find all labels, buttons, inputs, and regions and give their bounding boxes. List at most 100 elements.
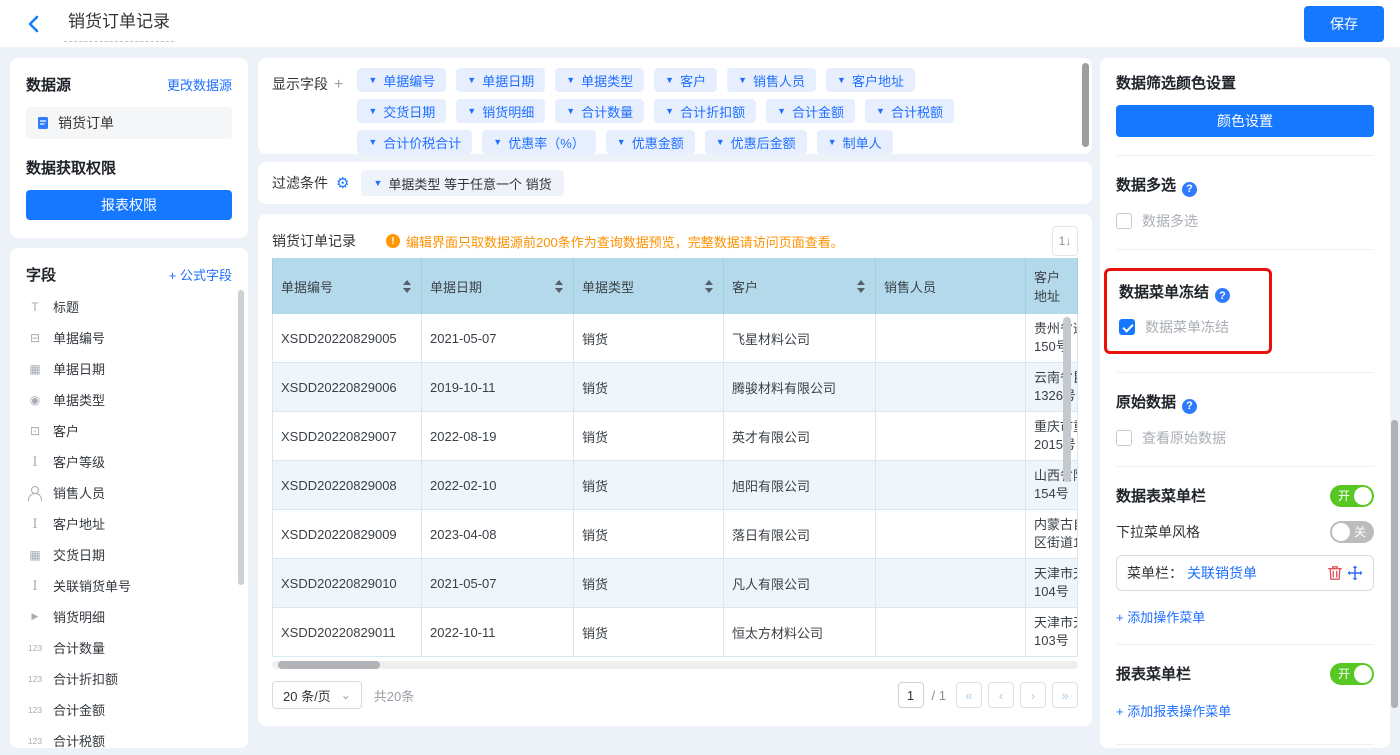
sort-arrows-icon[interactable]	[403, 280, 411, 293]
field-item[interactable]: ▦单据日期	[26, 353, 232, 384]
sort-arrows-icon[interactable]	[857, 280, 865, 293]
display-field-tag[interactable]: ▼单据日期	[456, 68, 545, 92]
table-row[interactable]: XSDD202208290062019-10-11销货腾骏材料有限公司云南省昆1…	[272, 363, 1078, 412]
table-row[interactable]: XSDD202208290082022-02-10销货旭阳有限公司山西省阳154…	[272, 461, 1078, 510]
table-row[interactable]: XSDD202208290072022-08-19销货英才有限公司重庆市重201…	[272, 412, 1078, 461]
field-item[interactable]: ▦交货日期	[26, 539, 232, 570]
page-scrollbar[interactable]	[1391, 420, 1398, 708]
field-item[interactable]: ◉单据类型	[26, 384, 232, 415]
multi-select-checkbox[interactable]	[1116, 213, 1132, 229]
field-item[interactable]: 123合计数量	[26, 632, 232, 663]
display-field-tag[interactable]: ▼合计税额	[865, 99, 954, 123]
prev-page-button[interactable]: ‹	[988, 682, 1014, 708]
display-field-tag[interactable]: ▼优惠后金额	[705, 130, 807, 154]
datasource-name: 销货订单	[58, 113, 114, 133]
table-row[interactable]: XSDD202208290102021-05-07销货凡人有限公司天津市天104…	[272, 559, 1078, 608]
display-field-tag[interactable]: ▼合计数量	[555, 99, 644, 123]
add-formula-field-link[interactable]: + 公式字段	[169, 265, 232, 284]
column-header[interactable]: 客户	[724, 258, 876, 314]
display-field-tag-label: 合计折扣额	[680, 102, 745, 121]
table-menubar-toggle[interactable]: 开	[1330, 485, 1374, 507]
field-item[interactable]: Ⅰ客户地址	[26, 508, 232, 539]
field-item[interactable]: 销售人员	[26, 477, 232, 508]
display-field-tag[interactable]: ▼优惠率（%）	[482, 130, 595, 154]
display-field-tag-label: 单据类型	[581, 71, 633, 90]
column-header[interactable]: 销售人员	[876, 258, 1026, 314]
field-item[interactable]: 123合计税额	[26, 725, 232, 748]
datasource-item[interactable]: 销货订单	[26, 107, 232, 139]
dropdown-style-toggle[interactable]: 关	[1330, 521, 1374, 543]
page-input[interactable]: 1	[898, 682, 924, 708]
column-header[interactable]: 单据编号	[272, 258, 422, 314]
field-item[interactable]: Ⅰ关联销货单号	[26, 570, 232, 601]
table-cell: XSDD20220829005	[272, 314, 422, 363]
move-menu-button[interactable]	[1347, 565, 1363, 581]
help-icon[interactable]	[1182, 399, 1197, 414]
display-fields-scrollbar[interactable]	[1082, 63, 1089, 147]
back-button[interactable]	[26, 13, 48, 35]
display-field-tag[interactable]: ▼交货日期	[357, 99, 446, 123]
display-field-tag[interactable]: ▼制单人	[817, 130, 893, 154]
display-field-tag[interactable]: ▼客户	[654, 68, 717, 92]
sort-arrows-icon[interactable]	[705, 280, 713, 293]
column-header[interactable]: 单据日期	[422, 258, 574, 314]
display-field-tag[interactable]: ▼销货明细	[456, 99, 545, 123]
report-menubar-toggle[interactable]: 开	[1330, 663, 1374, 685]
table-row[interactable]: XSDD202208290052021-05-07销货飞星材料公司贵州省遵150…	[272, 314, 1078, 363]
column-header[interactable]: 单据类型	[574, 258, 724, 314]
filter-condition-tag[interactable]: ▼ 单据类型 等于任意一个 销货	[361, 170, 563, 196]
next-page-button[interactable]: ›	[1020, 682, 1046, 708]
table-cell: XSDD20220829006	[272, 363, 422, 412]
sort-arrows-icon[interactable]	[555, 280, 563, 293]
display-field-tag[interactable]: ▼单据编号	[357, 68, 446, 92]
menu-freeze-label: 数据菜单冻结	[1145, 317, 1229, 337]
add-report-action-menu-link[interactable]: + 添加报表操作菜单	[1116, 701, 1374, 720]
menu-freeze-checkbox[interactable]	[1119, 319, 1135, 335]
raw-data-checkbox-row[interactable]: 查看原始数据	[1116, 428, 1374, 448]
column-header[interactable]: 客户地址	[1026, 258, 1078, 314]
field-item-label: 合计数量	[53, 638, 105, 657]
add-action-menu-link[interactable]: + 添加操作菜单	[1116, 607, 1374, 626]
display-field-tag[interactable]: ▼优惠金额	[606, 130, 695, 154]
caret-down-icon: ▼	[467, 75, 476, 85]
help-icon[interactable]	[1215, 288, 1230, 303]
save-button[interactable]: 保存	[1304, 6, 1384, 42]
gear-icon[interactable]: ⚙	[336, 174, 349, 192]
last-page-button[interactable]: »	[1052, 682, 1078, 708]
field-item[interactable]: ⊡客户	[26, 415, 232, 446]
display-field-tag-label: 优惠金额	[632, 133, 684, 152]
table-title: 销货订单记录	[272, 231, 356, 251]
add-display-field-button[interactable]: +	[334, 76, 343, 93]
field-item[interactable]: Ⅰ客户等级	[26, 446, 232, 477]
field-item[interactable]: T标题	[26, 291, 232, 322]
table-hscrollbar-track[interactable]	[272, 661, 1078, 669]
display-field-tag[interactable]: ▼单据类型	[555, 68, 644, 92]
field-item[interactable]: ⊟单据编号	[26, 322, 232, 353]
color-settings-button[interactable]: 颜色设置	[1116, 105, 1374, 137]
fields-scrollbar[interactable]	[238, 290, 244, 585]
raw-data-checkbox[interactable]	[1116, 430, 1132, 446]
field-item[interactable]: 123合计金额	[26, 694, 232, 725]
table-row[interactable]: XSDD202208290112022-10-11销货恒太方材料公司天津市天10…	[272, 608, 1078, 657]
menu-freeze-checkbox-row[interactable]: 数据菜单冻结	[1119, 317, 1257, 337]
page-size-select[interactable]: 20 条/页 ⌄	[272, 681, 362, 709]
sort-button[interactable]: 1↓	[1052, 226, 1078, 256]
report-permission-button[interactable]: 报表权限	[26, 190, 232, 220]
field-item[interactable]: 123合计折扣额	[26, 663, 232, 694]
table-row[interactable]: XSDD202208290092023-04-08销货落日有限公司内蒙古自区街道…	[272, 510, 1078, 559]
display-field-tag[interactable]: ▼合计金额	[766, 99, 855, 123]
display-field-tag[interactable]: ▼销售人员	[727, 68, 816, 92]
help-icon[interactable]	[1182, 182, 1197, 197]
table-cell: 旭阳有限公司	[724, 461, 876, 510]
multi-select-checkbox-row[interactable]: 数据多选	[1116, 211, 1374, 231]
change-datasource-link[interactable]: 更改数据源	[167, 75, 232, 94]
table-hscrollbar-thumb[interactable]	[278, 661, 380, 669]
table-vscrollbar[interactable]	[1063, 317, 1071, 482]
display-field-tag[interactable]: ▼合计折扣额	[654, 99, 756, 123]
first-page-button[interactable]: «	[956, 682, 982, 708]
display-field-tag[interactable]: ▼客户地址	[826, 68, 915, 92]
display-field-tag[interactable]: ▼合计价税合计	[357, 130, 472, 154]
delete-menu-button[interactable]	[1327, 565, 1343, 581]
field-item[interactable]: ▶销货明细	[26, 601, 232, 632]
menu-item-value[interactable]: 关联销货单	[1187, 563, 1323, 583]
